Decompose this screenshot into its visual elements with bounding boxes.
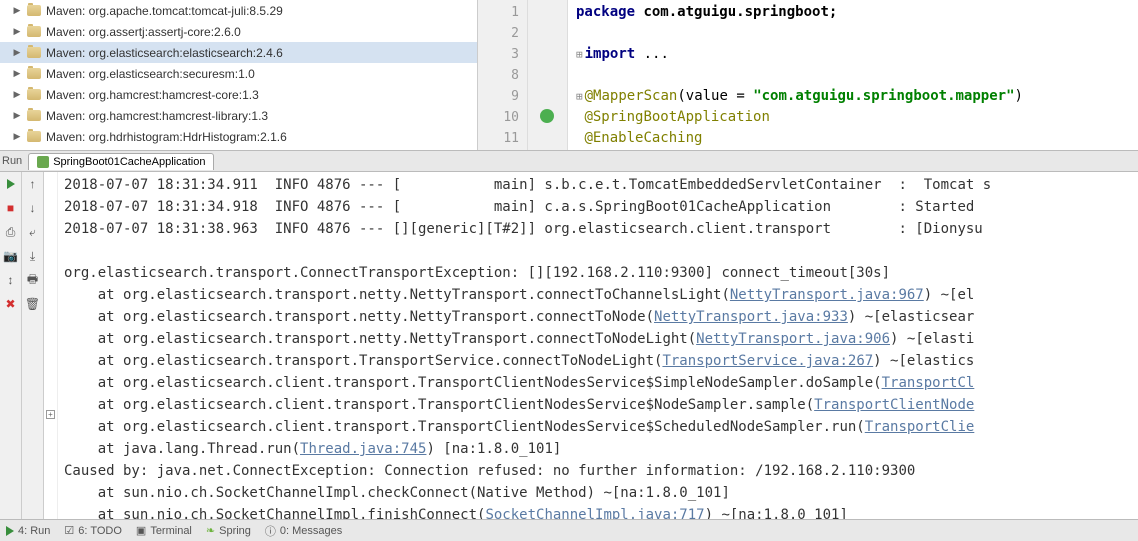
todo-icon: ☑ <box>64 524 74 537</box>
library-folder-icon <box>26 66 42 82</box>
down-stack-button[interactable]: ↓ <box>25 200 41 216</box>
bottom-tab-terminal[interactable]: ▣Terminal <box>136 524 192 537</box>
expand-arrow-icon[interactable]: ▶ <box>12 132 22 142</box>
library-folder-icon <box>26 108 42 124</box>
dump-button[interactable]: 📷 <box>3 248 19 264</box>
spring-icon: ❧ <box>206 524 215 537</box>
run-icon <box>6 526 14 536</box>
library-folder-icon <box>26 87 42 103</box>
expand-arrow-icon[interactable]: ▶ <box>12 48 22 58</box>
clear-button[interactable]: 🗑 <box>25 296 41 312</box>
tree-item[interactable]: ▶ Maven: org.assertj:assertj-core:2.6.0 <box>0 21 477 42</box>
gutter-icon-area <box>528 0 568 150</box>
bottom-tab-todo[interactable]: ☑6: TODO <box>64 524 121 537</box>
up-stack-button[interactable]: ↑ <box>25 176 41 192</box>
expand-arrow-icon[interactable]: ▶ <box>12 6 22 16</box>
library-folder-icon <box>26 45 42 61</box>
layout-button[interactable]: ↕ <box>3 272 19 288</box>
bottom-tab-spring[interactable]: ❧Spring <box>206 524 251 537</box>
close-button[interactable]: ✖ <box>3 296 19 312</box>
expand-arrow-icon[interactable]: ▶ <box>12 69 22 79</box>
bottom-tab-run[interactable]: 4: Run <box>6 525 50 537</box>
terminal-icon: ▣ <box>136 524 146 537</box>
tree-item[interactable]: ▶ Maven: org.hibernate:hibernate-validat… <box>0 147 477 150</box>
project-tree[interactable]: ▶ Maven: org.apache.tomcat:tomcat-juli:8… <box>0 0 478 150</box>
expand-arrow-icon[interactable]: ▶ <box>12 90 22 100</box>
library-folder-icon <box>26 3 42 19</box>
run-gutter-icon[interactable] <box>540 109 554 123</box>
tree-item-label: Maven: org.elasticsearch:elasticsearch:2… <box>46 46 283 60</box>
tree-item[interactable]: ▶ Maven: org.elasticsearch:securesm:1.0 <box>0 63 477 84</box>
pin-button[interactable]: ⎙ <box>3 224 19 240</box>
stack-link[interactable]: TransportClientNode <box>814 397 974 413</box>
tree-item[interactable]: ▶ Maven: org.elasticsearch:elasticsearch… <box>0 42 477 63</box>
expand-arrow-icon[interactable]: ▶ <box>12 27 22 37</box>
fold-plus-icon[interactable]: + <box>46 410 55 419</box>
stack-link[interactable]: TransportCl <box>882 375 975 391</box>
library-folder-icon <box>26 129 42 145</box>
tree-item[interactable]: ▶ Maven: org.apache.tomcat:tomcat-juli:8… <box>0 0 477 21</box>
tree-item-label: Maven: org.apache.tomcat:tomcat-juli:8.5… <box>46 4 283 18</box>
bottom-tab-messages[interactable]: ⓘ0: Messages <box>265 523 342 539</box>
run-tab-bar: Run SpringBoot01CacheApplication <box>0 150 1138 172</box>
stack-link[interactable]: NettyTransport.java:967 <box>730 287 924 303</box>
run-config-name: SpringBoot01CacheApplication <box>53 156 205 168</box>
stack-link[interactable]: NettyTransport.java:933 <box>654 309 848 325</box>
run-toolbar-left: ■ ⎙ 📷 ↕ ✖ <box>0 172 22 519</box>
tree-item[interactable]: ▶ Maven: org.hamcrest:hamcrest-core:1.3 <box>0 84 477 105</box>
code-content[interactable]: package com.atguigu.springboot; ⊞import … <box>568 0 1138 150</box>
stack-link[interactable]: SocketChannelImpl.java:717 <box>485 507 704 519</box>
tree-item-label: Maven: org.hamcrest:hamcrest-library:1.3 <box>46 109 268 123</box>
code-editor[interactable]: 1 2 3 8 9 10 11 package com.atguigu.spri… <box>478 0 1138 150</box>
tree-item-label: Maven: org.assertj:assertj-core:2.6.0 <box>46 25 241 39</box>
stack-link[interactable]: NettyTransport.java:906 <box>696 331 890 347</box>
expand-arrow-icon[interactable]: ▶ <box>12 111 22 121</box>
line-number-gutter: 1 2 3 8 9 10 11 <box>478 0 528 150</box>
stack-link[interactable]: TransportService.java:267 <box>662 353 873 369</box>
stop-button[interactable]: ■ <box>3 200 19 216</box>
spring-boot-icon <box>37 156 49 168</box>
rerun-button[interactable] <box>3 176 19 192</box>
console-output[interactable]: 2018-07-07 18:31:34.911 INFO 4876 --- [ … <box>58 172 1138 519</box>
tree-item-label: Maven: org.hdrhistogram:HdrHistogram:2.1… <box>46 130 287 144</box>
tree-item-label: Maven: org.hamcrest:hamcrest-core:1.3 <box>46 88 259 102</box>
run-config-tab[interactable]: SpringBoot01CacheApplication <box>28 153 214 170</box>
stack-link[interactable]: Thread.java:745 <box>300 441 426 457</box>
stack-link[interactable]: TransportClie <box>865 419 975 435</box>
tree-item[interactable]: ▶ Maven: org.hamcrest:hamcrest-library:1… <box>0 105 477 126</box>
run-label: Run <box>2 155 22 167</box>
scroll-end-button[interactable]: ⤓ <box>25 248 41 264</box>
bottom-tool-bar: 4: Run ☑6: TODO ▣Terminal ❧Spring ⓘ0: Me… <box>0 519 1138 541</box>
console-fold-gutter: + <box>44 172 58 519</box>
run-toolbar-right: ↑ ↓ ⤶ ⤓ 🖶 🗑 <box>22 172 44 519</box>
soft-wrap-button[interactable]: ⤶ <box>25 224 41 240</box>
tree-item[interactable]: ▶ Maven: org.hdrhistogram:HdrHistogram:2… <box>0 126 477 147</box>
library-folder-icon <box>26 150 42 151</box>
tree-item-label: Maven: org.elasticsearch:securesm:1.0 <box>46 67 255 81</box>
print-button[interactable]: 🖶 <box>25 272 41 288</box>
library-folder-icon <box>26 24 42 40</box>
messages-icon: ⓘ <box>265 523 276 539</box>
